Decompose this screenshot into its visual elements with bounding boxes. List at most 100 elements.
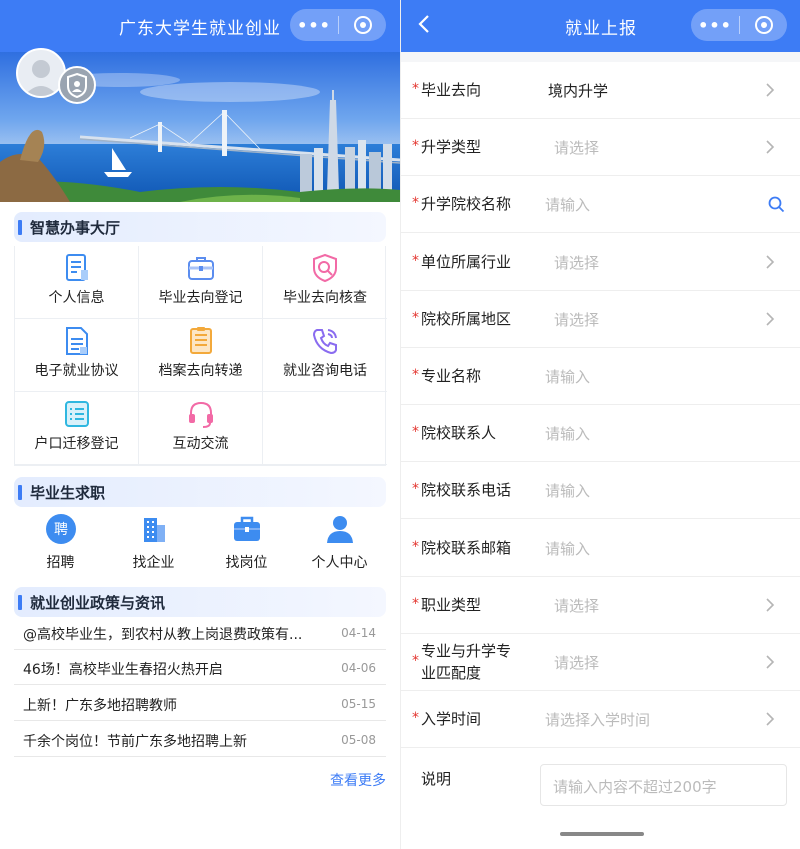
field-select[interactable]: 请选择	[554, 652, 599, 673]
job-seeking-row: 聘 招聘 找企业 找岗位 个人中心	[14, 509, 386, 577]
chevron-right-icon	[766, 83, 775, 97]
field-select[interactable]: 请选择	[554, 309, 599, 330]
job-seeking-heading: 毕业生求职	[14, 477, 386, 507]
report-screen: 就业上报 ••• * 毕业去向 境内升学 * 升学类型 请选择 * 升学院校名称 请输入 * 单位所…	[400, 0, 800, 849]
service-item-label: 就业咨询电话	[283, 363, 367, 379]
person-icon	[327, 516, 353, 543]
field-input[interactable]: 请输入	[545, 423, 590, 444]
required-mark: *	[412, 252, 419, 269]
briefcase-icon	[188, 257, 214, 280]
news-item[interactable]: 46场！高校毕业生春招火热开启 04-06	[14, 650, 386, 685]
home-screen: 广东大学生就业创业 ••• 智慧办事大厅 个人信息 毕业去向登记 毕业去向核查 …	[0, 0, 400, 849]
form-row[interactable]: * 院校联系电话 请输入	[401, 462, 800, 520]
news-item-date: 04-06	[341, 661, 376, 675]
form-row[interactable]: * 专业名称 请输入	[401, 348, 800, 405]
service-hall-title: 智慧办事大厅	[30, 219, 121, 237]
field-label: 院校所属地区	[421, 309, 512, 328]
chevron-right-icon	[766, 140, 775, 154]
service-item-label: 户口迁移登记	[34, 436, 119, 452]
form-row[interactable]: * 升学院校名称 请输入	[401, 176, 800, 234]
field-label: 毕业去向	[421, 81, 482, 99]
field-select[interactable]: 境内升学	[548, 80, 608, 101]
service-item-destination-verify[interactable]: 毕业去向核查	[263, 246, 387, 319]
field-label: 专业与升学专 业匹配度	[421, 640, 511, 684]
field-select[interactable]: 请选择	[554, 137, 599, 158]
form-row[interactable]: * 职业类型 请选择	[401, 577, 800, 634]
job-item-find-company[interactable]: 找企业	[107, 509, 200, 577]
heading-accent	[18, 220, 22, 235]
service-item-interaction[interactable]: 互动交流	[139, 392, 263, 465]
job-item-label: 招聘	[46, 555, 75, 571]
required-mark: *	[412, 481, 419, 498]
form-row[interactable]: * 入学时间 请选择入学时间	[401, 691, 800, 749]
field-label-line: 专业与升学专	[421, 642, 512, 660]
news-item[interactable]: 上新！广东多地招聘教师 05-15	[14, 686, 386, 721]
chevron-right-icon	[766, 655, 775, 669]
field-input[interactable]: 请输入	[545, 366, 590, 387]
target-icon[interactable]	[339, 16, 386, 34]
required-mark: *	[412, 710, 419, 727]
search-icon[interactable]	[768, 196, 785, 213]
shield-user-icon	[58, 66, 96, 104]
field-input[interactable]: 请输入	[545, 480, 590, 501]
field-input[interactable]: 请输入	[545, 194, 590, 215]
field-label: 职业类型	[421, 595, 482, 614]
target-icon[interactable]	[740, 16, 787, 34]
service-item-personal-info[interactable]: 个人信息	[15, 246, 139, 319]
required-mark: *	[412, 595, 419, 612]
view-more-link[interactable]: 查看更多	[330, 770, 386, 790]
service-item-e-agreement[interactable]: 电子就业协议	[15, 319, 139, 392]
field-label: 专业名称	[421, 367, 482, 385]
service-item-hukou-transfer[interactable]: 户口迁移登记	[15, 392, 139, 465]
note-textarea[interactable]: 请输入内容不超过200字	[540, 764, 787, 806]
heading-accent	[18, 485, 22, 500]
service-item-empty	[263, 392, 387, 465]
form-row[interactable]: * 院校联系人 请输入	[401, 405, 800, 463]
form-row[interactable]: * 院校所属地区 请选择	[401, 291, 800, 348]
form-row[interactable]: * 专业与升学专 业匹配度 请选择	[401, 634, 800, 691]
field-label: 院校联系电话	[421, 481, 512, 500]
news-title: 就业创业政策与资讯	[30, 594, 166, 612]
service-item-label: 电子就业协议	[34, 363, 119, 379]
service-item-archive-transfer[interactable]: 档案去向转递	[139, 319, 263, 392]
service-item-destination-register[interactable]: 毕业去向登记	[139, 246, 263, 319]
news-item[interactable]: @高校毕业生，到农村从教上岗退费政策有... 04-14	[14, 615, 386, 650]
note-placeholder: 请输入内容不超过200字	[553, 778, 717, 796]
form-row[interactable]: * 单位所属行业 请选择	[401, 234, 800, 291]
building-icon	[144, 518, 165, 542]
home-top-bar: 广东大学生就业创业 •••	[0, 0, 400, 52]
field-label: 升学类型	[421, 138, 482, 157]
recruit-icon: 聘	[46, 514, 76, 544]
contract-icon	[66, 327, 88, 355]
dots-icon[interactable]: •••	[691, 16, 739, 35]
form-row[interactable]: * 院校联系邮箱 请输入	[401, 520, 800, 577]
service-item-label: 互动交流	[172, 436, 229, 452]
news-item[interactable]: 千余个岗位！节前广东多地招聘上新 05-08	[14, 722, 386, 757]
job-briefcase-icon	[234, 516, 260, 541]
field-label: 院校联系邮箱	[421, 538, 512, 557]
field-input[interactable]: 请输入	[545, 538, 590, 559]
archive-icon	[190, 327, 212, 354]
field-label: 入学时间	[421, 710, 482, 729]
news-item-title: 千余个岗位！节前广东多地招聘上新	[23, 734, 247, 750]
required-mark: *	[412, 309, 419, 326]
home-indicator	[560, 832, 644, 836]
job-item-personal-center[interactable]: 个人中心	[293, 509, 386, 577]
chevron-right-icon	[766, 712, 775, 726]
field-select[interactable]: 请选择入学时间	[545, 709, 650, 730]
field-select[interactable]: 请选择	[554, 595, 599, 616]
form-row[interactable]: * 升学类型 请选择	[401, 119, 800, 177]
field-select[interactable]: 请选择	[554, 252, 599, 273]
recruit-icon-char: 聘	[54, 522, 68, 538]
job-item-recruit[interactable]: 聘 招聘	[14, 509, 107, 577]
required-mark: *	[412, 653, 419, 669]
service-item-consult-phone[interactable]: 就业咨询电话	[263, 319, 387, 392]
job-item-find-position[interactable]: 找岗位	[200, 509, 293, 577]
field-label: 院校联系人	[421, 424, 497, 443]
field-label: 升学院校名称	[421, 195, 512, 214]
form-row[interactable]: * 毕业去向 境内升学	[401, 62, 800, 119]
news-heading: 就业创业政策与资讯	[14, 587, 386, 617]
chevron-right-icon	[766, 312, 775, 326]
dots-icon[interactable]: •••	[290, 16, 338, 35]
required-mark: *	[412, 138, 419, 155]
